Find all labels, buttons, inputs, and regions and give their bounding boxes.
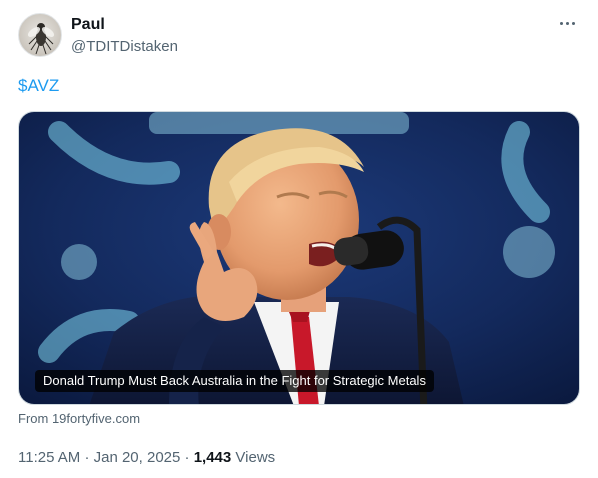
more-options-icon[interactable]	[556, 13, 578, 33]
views-label: Views	[235, 449, 276, 466]
author-display-name[interactable]: Paul	[71, 15, 105, 35]
more-dot	[571, 21, 575, 25]
cashtag-link[interactable]: $AVZ	[18, 76, 59, 95]
tweet-header: Paul @TDITDistaken	[18, 13, 580, 59]
author-handle[interactable]: @TDITDistaken	[71, 37, 178, 57]
more-dot	[559, 21, 563, 25]
views-count[interactable]: 1,443	[194, 449, 232, 466]
fly-icon	[27, 23, 55, 55]
avatar[interactable]	[18, 13, 62, 57]
card-image	[19, 112, 579, 404]
tweet-time[interactable]: 11:25 AM	[18, 449, 80, 466]
tweet-date[interactable]: Jan 20, 2025	[94, 449, 181, 466]
card-headline[interactable]: Donald Trump Must Back Australia in the …	[35, 370, 434, 392]
link-card[interactable]: Donald Trump Must Back Australia in the …	[18, 111, 580, 405]
meta-separator: ·	[184, 449, 190, 466]
meta-separator: ·	[84, 449, 90, 466]
tweet-text: $AVZ	[18, 75, 59, 97]
more-dot	[565, 21, 569, 25]
card-source-link[interactable]: From 19fortyfive.com	[18, 410, 140, 428]
tweet-meta: 11:25 AM · Jan 20, 2025 · 1,443 Views	[18, 448, 275, 468]
